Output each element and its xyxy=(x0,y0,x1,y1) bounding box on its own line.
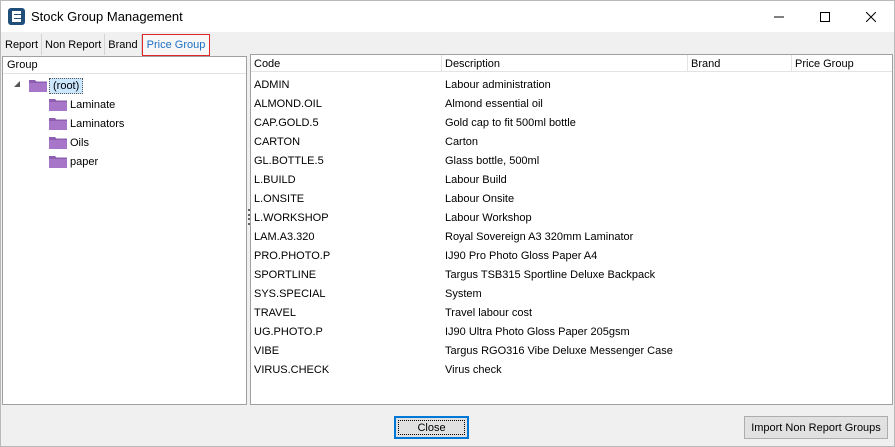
folder-icon xyxy=(49,118,67,130)
table-row[interactable]: L.BUILD Labour Build xyxy=(251,170,892,189)
column-header-description[interactable]: Description xyxy=(442,55,688,72)
group-column-header[interactable]: Group xyxy=(3,57,246,74)
close-icon xyxy=(866,11,876,22)
group-tree-pane: Group (root) Laminate Laminators Oils pa… xyxy=(2,56,247,405)
maximize-button[interactable] xyxy=(802,1,848,32)
table-row[interactable]: TRAVEL Travel labour cost xyxy=(251,303,892,322)
cell-code: PRO.PHOTO.P xyxy=(254,249,331,262)
cell-description: Royal Sovereign A3 320mm Laminator xyxy=(445,230,634,243)
folder-icon xyxy=(49,99,67,111)
close-button[interactable]: Close xyxy=(394,416,469,439)
minimize-button[interactable] xyxy=(756,1,802,32)
tree-node-root[interactable]: (root) xyxy=(29,76,84,95)
table-row[interactable]: VIBE Targus RGO316 Vibe Deluxe Messenger… xyxy=(251,341,892,360)
cell-description: Labour Onsite xyxy=(445,192,515,205)
cell-code: LAM.A3.320 xyxy=(254,230,315,243)
folder-icon xyxy=(49,156,67,168)
cell-code: SPORTLINE xyxy=(254,268,317,281)
cell-code: VIBE xyxy=(254,344,280,357)
import-button-label: Import Non Report Groups xyxy=(751,421,881,434)
tree-node-laminators[interactable]: Laminators xyxy=(49,114,124,133)
window-title: Stock Group Management xyxy=(31,9,183,24)
folder-icon xyxy=(29,80,47,92)
cell-description: Almond essential oil xyxy=(445,97,543,110)
stock-group-window: Stock Group Management Report Non Report… xyxy=(0,0,895,447)
collapse-triangle-icon[interactable] xyxy=(13,80,21,88)
cell-description: IJ90 Pro Photo Gloss Paper A4 xyxy=(445,249,598,262)
tree-node-laminate[interactable]: Laminate xyxy=(49,95,115,114)
cell-code: ALMOND.OIL xyxy=(254,97,322,110)
cell-description: Travel labour cost xyxy=(445,306,533,319)
cell-description: Glass bottle, 500ml xyxy=(445,154,540,167)
table-row[interactable]: L.ONSITE Labour Onsite xyxy=(251,189,892,208)
tab-bar: Report Non Report Brand Price Group xyxy=(2,34,211,56)
table-row[interactable]: GL.BOTTLE.5 Glass bottle, 500ml xyxy=(251,151,892,170)
tree-node-label: paper xyxy=(70,155,99,168)
cell-code: CAP.GOLD.5 xyxy=(254,116,319,129)
column-header-code[interactable]: Code xyxy=(251,55,442,72)
folder-icon xyxy=(49,137,67,149)
cell-description: Labour Build xyxy=(445,173,507,186)
cell-description: Gold cap to fit 500ml bottle xyxy=(445,116,576,129)
import-non-report-groups-button[interactable]: Import Non Report Groups xyxy=(744,416,888,439)
table-row[interactable]: L.WORKSHOP Labour Workshop xyxy=(251,208,892,227)
minimize-icon xyxy=(774,16,784,17)
focus-rectangle xyxy=(398,420,465,435)
cell-description: System xyxy=(445,287,482,300)
cell-description: Carton xyxy=(445,135,479,148)
cell-code: L.ONSITE xyxy=(254,192,305,205)
cell-description: Targus TSB315 Sportline Deluxe Backpack xyxy=(445,268,656,281)
table-row[interactable]: UG.PHOTO.P IJ90 Ultra Photo Gloss Paper … xyxy=(251,322,892,341)
tree-node-label: Laminate xyxy=(70,98,116,111)
column-header-price-group[interactable]: Price Group xyxy=(792,55,892,72)
tab-brand[interactable]: Brand xyxy=(105,34,142,55)
title-bar[interactable]: Stock Group Management xyxy=(1,1,894,32)
tree-node-label: Oils xyxy=(70,136,89,149)
table-row[interactable]: PRO.PHOTO.P IJ90 Pro Photo Gloss Paper A… xyxy=(251,246,892,265)
tree-node-paper[interactable]: paper xyxy=(49,152,98,171)
table-row[interactable]: SYS.SPECIAL System xyxy=(251,284,892,303)
cell-code: UG.PHOTO.P xyxy=(254,325,323,338)
cell-description: Targus RGO316 Vibe Deluxe Messenger Case xyxy=(445,344,673,357)
cell-code: SYS.SPECIAL xyxy=(254,287,326,300)
table-row[interactable]: CARTON Carton xyxy=(251,132,892,151)
cell-code: ADMIN xyxy=(254,78,290,91)
cell-description: IJ90 Ultra Photo Gloss Paper 205gsm xyxy=(445,325,630,338)
cell-code: CARTON xyxy=(254,135,301,148)
app-icon xyxy=(8,8,25,25)
cell-description: Virus check xyxy=(445,363,502,376)
cell-code: L.WORKSHOP xyxy=(254,211,329,224)
table-row[interactable]: ALMOND.OIL Almond essential oil xyxy=(251,94,892,113)
cell-description: Labour Workshop xyxy=(445,211,532,224)
maximize-icon xyxy=(820,11,830,22)
cell-code: TRAVEL xyxy=(254,306,296,319)
column-header-brand[interactable]: Brand xyxy=(688,55,792,72)
table-row[interactable]: LAM.A3.320 Royal Sovereign A3 320mm Lami… xyxy=(251,227,892,246)
tab-report[interactable]: Report xyxy=(2,34,43,55)
grid-header: Code Description Brand Price Group xyxy=(251,55,892,72)
cell-code: L.BUILD xyxy=(254,173,296,186)
cell-code: GL.BOTTLE.5 xyxy=(254,154,324,167)
table-row[interactable]: SPORTLINE Targus TSB315 Sportline Deluxe… xyxy=(251,265,892,284)
tab-non-report[interactable]: Non Report xyxy=(42,34,106,55)
cell-description: Labour administration xyxy=(445,78,551,91)
tree-node-label: Laminators xyxy=(70,117,125,130)
table-row[interactable]: VIRUS.CHECK Virus check xyxy=(251,360,892,379)
tree-node-label: (root) xyxy=(49,77,84,94)
tab-price-group[interactable]: Price Group xyxy=(141,34,211,56)
table-row[interactable]: ADMIN Labour administration xyxy=(251,75,892,94)
tree-node-oils[interactable]: Oils xyxy=(49,133,89,152)
table-row[interactable]: CAP.GOLD.5 Gold cap to fit 500ml bottle xyxy=(251,113,892,132)
cell-code: VIRUS.CHECK xyxy=(254,363,330,376)
close-window-button[interactable] xyxy=(848,1,894,32)
stock-items-grid: Code Description Brand Price Group ADMIN… xyxy=(250,54,893,405)
